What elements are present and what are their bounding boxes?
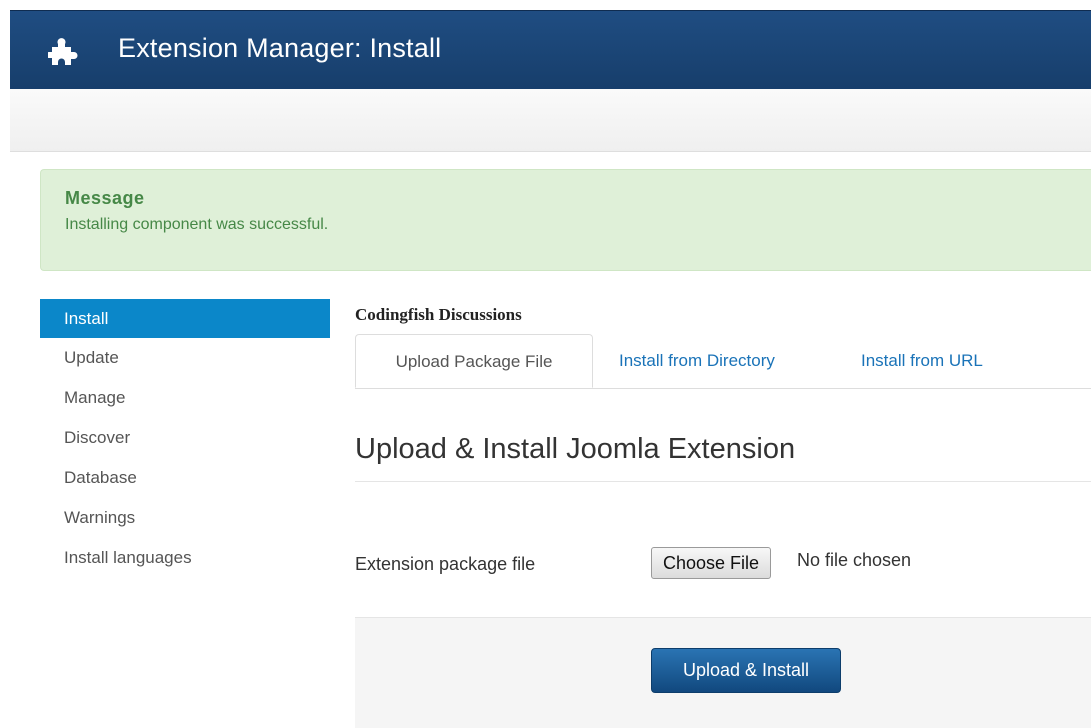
tab-install-from-url[interactable]: Install from URL xyxy=(861,334,983,388)
message-text: Installing component was successful. xyxy=(65,216,329,233)
sidebar-nav: Install Update Manage Discover Database … xyxy=(40,299,330,578)
no-file-chosen-text: No file chosen xyxy=(797,550,912,570)
frame-edge xyxy=(0,0,8,722)
sidebar-item-database[interactable]: Database xyxy=(40,458,330,498)
toolbar xyxy=(10,89,1091,152)
extension-package-label: Extension package file xyxy=(355,554,536,574)
sidebar-item-install-languages[interactable]: Install languages xyxy=(40,538,330,578)
sidebar-item-update[interactable]: Update xyxy=(40,338,330,378)
form-actions: Upload & Install xyxy=(355,617,1091,728)
message-heading: Message xyxy=(65,188,145,208)
success-message: Message Installing component was success… xyxy=(40,169,1091,271)
install-tabs: Upload Package File Install from Directo… xyxy=(355,334,1091,389)
tab-install-from-directory[interactable]: Install from Directory xyxy=(619,334,775,388)
divider xyxy=(355,481,1091,482)
content-subtitle: Codingfish Discussions xyxy=(355,305,522,324)
page-header: Extension Manager: Install xyxy=(10,10,1091,89)
tab-upload-package-file[interactable]: Upload Package File xyxy=(355,334,593,388)
puzzle-piece-icon xyxy=(48,38,78,65)
choose-file-button[interactable]: Choose File xyxy=(651,547,772,579)
sidebar-item-manage[interactable]: Manage xyxy=(40,378,330,418)
upload-install-button[interactable]: Upload & Install xyxy=(651,648,841,693)
section-title: Upload & Install Joomla Extension xyxy=(355,433,796,465)
page-title: Extension Manager: Install xyxy=(118,33,442,63)
sidebar-item-warnings[interactable]: Warnings xyxy=(40,498,330,538)
sidebar-item-install[interactable]: Install xyxy=(40,299,330,338)
sidebar-item-discover[interactable]: Discover xyxy=(40,418,330,458)
